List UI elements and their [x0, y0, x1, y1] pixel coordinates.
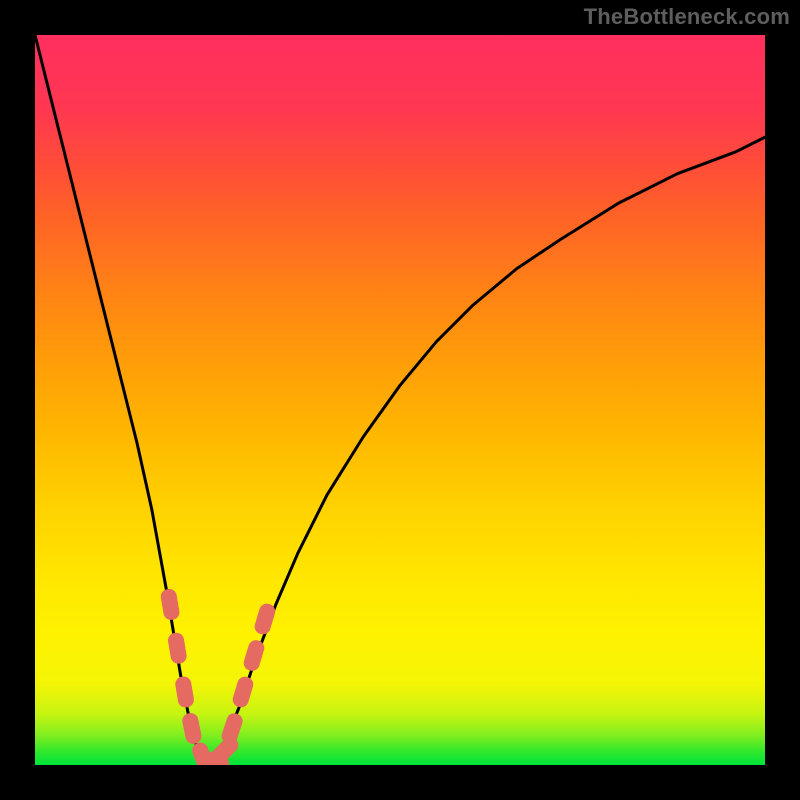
data-marker [253, 602, 276, 635]
plot-area [35, 35, 765, 765]
watermark-text: TheBottleneck.com [584, 4, 790, 30]
chart-frame: TheBottleneck.com [0, 0, 800, 800]
data-marker [167, 632, 187, 664]
marker-group [160, 588, 276, 765]
data-marker [232, 675, 255, 708]
data-marker [243, 639, 266, 672]
data-marker [220, 712, 244, 745]
data-marker [182, 712, 203, 744]
data-marker [175, 676, 195, 708]
bottleneck-chart [35, 35, 765, 765]
data-marker [160, 588, 180, 620]
bottleneck-curve [35, 35, 765, 761]
